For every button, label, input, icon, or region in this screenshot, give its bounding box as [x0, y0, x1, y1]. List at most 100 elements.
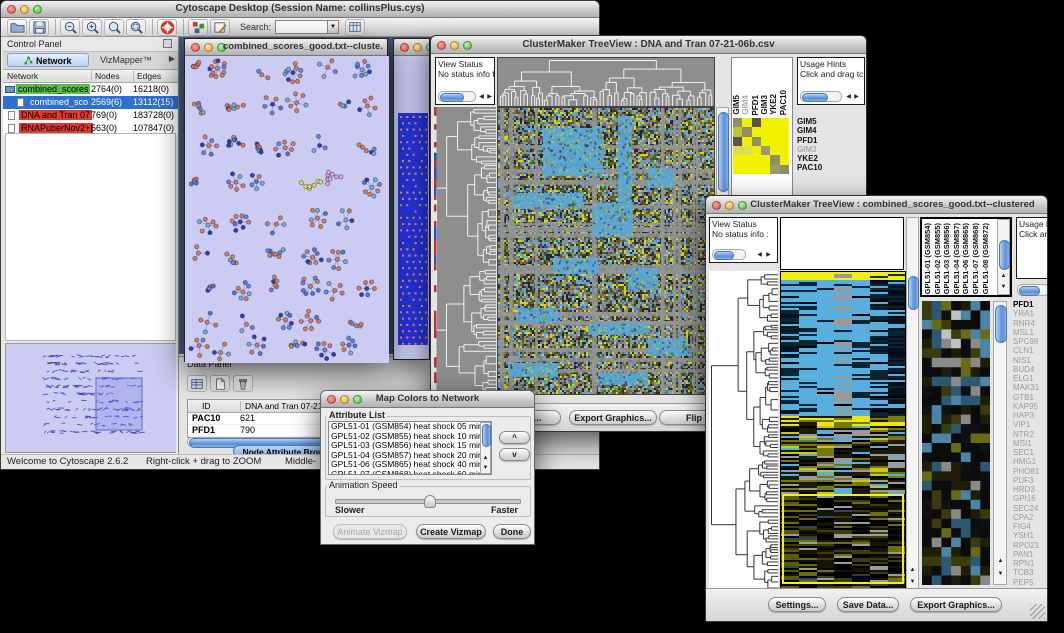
scroll-thumb[interactable]	[999, 240, 1010, 270]
gene-label[interactable]: NTR2	[1013, 430, 1048, 439]
network-view-titlebar[interactable]: combined_scores_good.txt--cluste...	[185, 39, 387, 56]
settings-button[interactable]: Settings...	[768, 597, 826, 612]
scroll-right-icon[interactable]: ▶	[764, 251, 773, 260]
zoom-in-icon[interactable]	[82, 19, 102, 36]
resize-grip[interactable]	[1030, 604, 1045, 619]
background-network-canvas[interactable]	[394, 56, 430, 360]
gene-label[interactable]: RPO21	[1013, 541, 1048, 550]
close-icon[interactable]	[400, 43, 409, 52]
scroll-up-icon[interactable]: ▲	[481, 454, 490, 463]
scroll-thumb[interactable]	[440, 93, 464, 102]
maximize-icon[interactable]	[33, 5, 42, 14]
network-canvas[interactable]	[185, 56, 389, 363]
scroll-up-icon[interactable]: ▲	[999, 272, 1008, 281]
minimize-icon[interactable]	[450, 41, 459, 50]
gene-label[interactable]: BUD4	[1013, 365, 1048, 374]
gene-label[interactable]: HAP3	[1013, 411, 1048, 420]
gene-label[interactable]: CPA2	[1013, 513, 1048, 522]
dialog-titlebar[interactable]: Map Colors to Network	[321, 391, 534, 408]
gene-label[interactable]: RPN1	[1013, 559, 1048, 568]
scroll-down-icon[interactable]: ▼	[999, 283, 1008, 292]
gene-label[interactable]: SPC98	[1013, 337, 1048, 346]
scroll-up-icon[interactable]: ▲	[996, 557, 1005, 566]
gene-label[interactable]: PHO81	[1013, 467, 1048, 476]
scroll-down-icon[interactable]: ▼	[481, 464, 490, 473]
correlation-matrix[interactable]	[733, 118, 789, 174]
labels-vscrollbar[interactable]: ▲ ▼	[997, 219, 1010, 295]
gene-label[interactable]: MAK31	[1013, 383, 1048, 392]
network-list-row[interactable]: DNA and Tran 07769(0)183728(0)	[3, 109, 178, 122]
export-graphics-button[interactable]: Export Graphics...	[910, 597, 1002, 612]
treeview1-titlebar[interactable]: ClusterMaker TreeView : DNA and Tran 07-…	[431, 36, 866, 54]
gene-label[interactable]: FIG4	[1013, 522, 1048, 531]
scroll-down-icon[interactable]: ▼	[908, 578, 917, 587]
scroll-right-icon[interactable]: ▶	[485, 93, 494, 102]
heatmap-canvas[interactable]	[497, 107, 715, 395]
data-col-id[interactable]: ID	[202, 401, 211, 411]
gene-label[interactable]: PAN1	[1013, 550, 1048, 559]
col-header-edges[interactable]: Edges	[133, 71, 161, 81]
gene-label[interactable]: NIS1	[1013, 356, 1048, 365]
gene-label[interactable]: RNR4	[1013, 319, 1048, 328]
network-tree-area[interactable]	[5, 133, 176, 341]
zoom-out-icon[interactable]	[60, 19, 80, 36]
gene-label[interactable]: SEC24	[1013, 504, 1048, 513]
move-up-button[interactable]: ^	[499, 431, 530, 444]
gene-label[interactable]: MSI1	[1013, 439, 1048, 448]
new-attribute-icon[interactable]	[210, 375, 230, 392]
gene-label[interactable]: GTB1	[1013, 393, 1048, 402]
scroll-thumb[interactable]	[718, 112, 729, 192]
treeview2-titlebar[interactable]: ClusterMaker TreeView : combined_scores_…	[706, 196, 1047, 214]
minimize-icon[interactable]	[204, 43, 213, 52]
col-header-nodes[interactable]: Nodes	[91, 71, 120, 81]
help-icon[interactable]	[157, 19, 177, 36]
heatmap-canvas[interactable]	[780, 271, 906, 593]
detail-heatmap-canvas[interactable]	[922, 301, 990, 585]
export-graphics-button[interactable]: Export Graphics...	[569, 410, 657, 425]
network-list-row[interactable]: combined_scores2764(0)16218(0)	[3, 83, 178, 96]
zoom-fit-icon[interactable]	[104, 19, 124, 36]
col-header-network[interactable]: Network	[7, 71, 38, 81]
move-down-button[interactable]: v	[499, 448, 530, 461]
heatmap-vscrollbar[interactable]: ▲ ▼	[906, 217, 919, 591]
network-list-row[interactable]: combined_sco2569(6)13112(15)	[3, 96, 178, 109]
minimize-icon[interactable]	[725, 201, 734, 210]
animation-slider[interactable]	[335, 499, 521, 504]
close-icon[interactable]	[327, 395, 336, 404]
row-dendrogram[interactable]	[434, 107, 496, 393]
scroll-thumb[interactable]	[802, 93, 828, 102]
tab-network[interactable]: Network	[7, 53, 89, 67]
scroll-left-icon[interactable]: ◀	[755, 251, 764, 260]
done-button[interactable]: Done	[493, 524, 531, 539]
save-icon[interactable]	[29, 19, 49, 36]
hints-scrollbar[interactable]	[800, 91, 842, 102]
gene-label[interactable]: ELG1	[1013, 374, 1048, 383]
slider-thumb[interactable]	[424, 495, 436, 508]
scroll-thumb[interactable]	[995, 305, 1007, 343]
search-dropdown-icon[interactable]: ▼	[327, 21, 338, 33]
search-input[interactable]: ▼	[275, 20, 339, 34]
column-dendrogram[interactable]	[497, 57, 715, 107]
vizmapper-icon[interactable]	[188, 19, 208, 36]
gene-label-list[interactable]: PFD1YRA1RNR4MSL1SPC98CLN1NIS1BUD4ELG1MAK…	[1013, 300, 1048, 598]
gene-label[interactable]: HRD3	[1013, 485, 1048, 494]
hints-scrollbar[interactable]	[1017, 284, 1048, 296]
gene-label[interactable]: VIP1	[1013, 420, 1048, 429]
gene-label[interactable]: MSL1	[1013, 328, 1048, 337]
gene-label[interactable]: GPI16	[1013, 494, 1048, 503]
status-scrollbar[interactable]	[438, 91, 476, 102]
gene-label[interactable]: PFD1	[1013, 300, 1048, 309]
annotation-icon[interactable]	[210, 19, 230, 36]
close-icon[interactable]	[7, 5, 16, 14]
tab-vizmapper[interactable]: VizMapper™	[91, 53, 161, 67]
column-dendrogram-area[interactable]	[780, 217, 904, 270]
detail-vscrollbar[interactable]: ▲ ▼	[993, 301, 1007, 585]
scroll-right-icon[interactable]: ▶	[852, 93, 861, 102]
minimize-icon[interactable]	[20, 5, 29, 14]
gene-label[interactable]: YSH1	[1013, 531, 1048, 540]
scroll-thumb[interactable]	[1019, 286, 1040, 296]
close-icon[interactable]	[191, 43, 200, 52]
minimize-icon[interactable]	[340, 395, 349, 404]
scroll-up-icon[interactable]: ▲	[908, 566, 917, 575]
gene-label[interactable]: PEP5	[1013, 578, 1048, 587]
